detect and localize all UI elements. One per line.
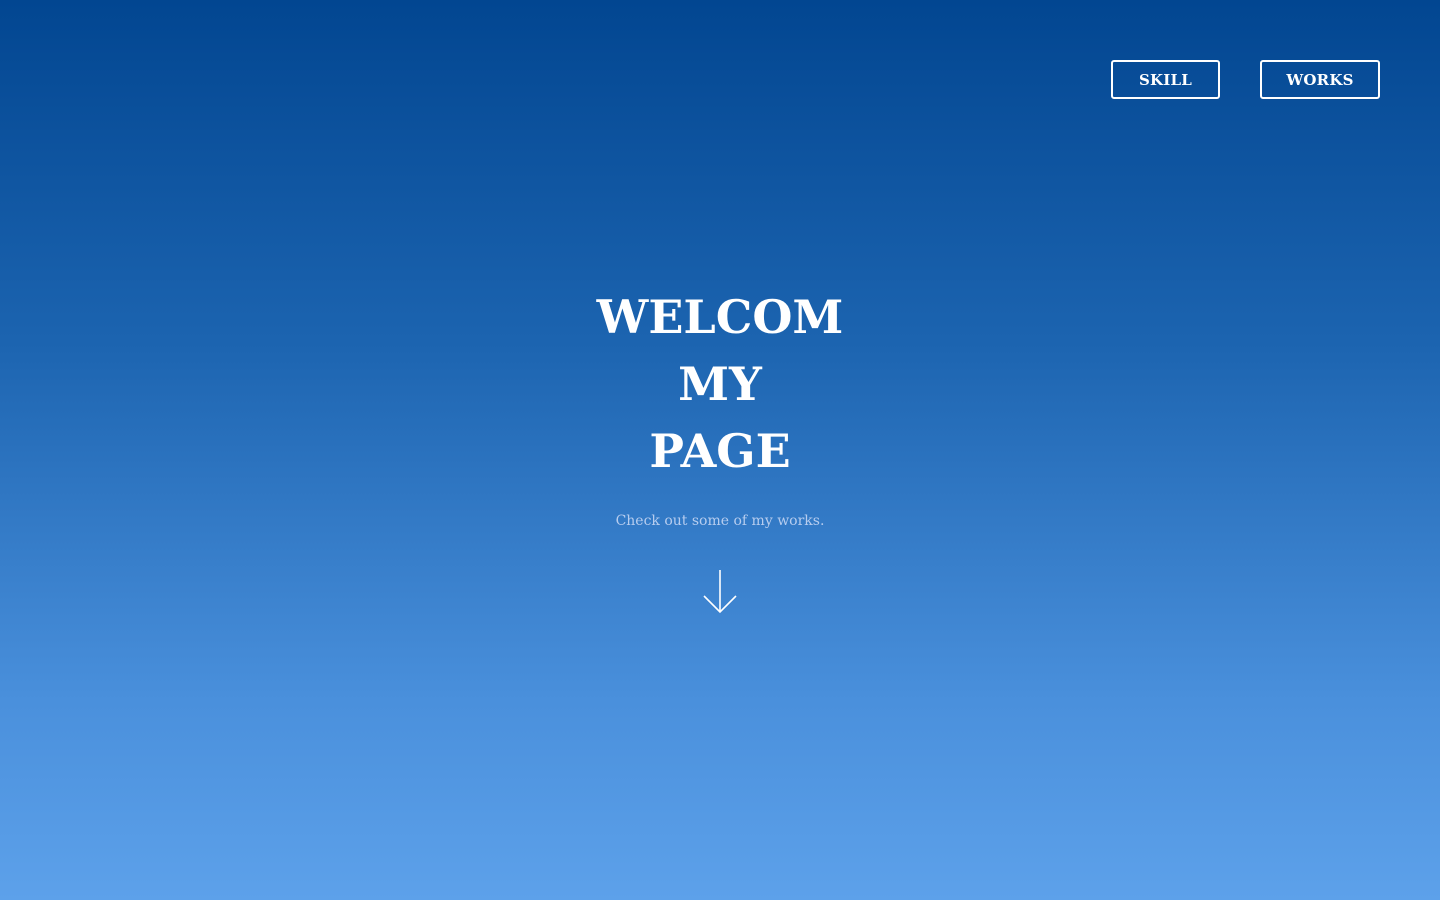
hero-title-line: WELCOM: [596, 290, 844, 344]
hero-section: WELCOM MY PAGE Check out some of my work…: [0, 284, 1440, 619]
hero-title: WELCOM MY PAGE: [0, 284, 1440, 485]
hero-title-line: MY: [678, 357, 762, 411]
hero-subtitle: Check out some of my works.: [615, 513, 825, 529]
top-nav: SKILL WORKS: [1111, 60, 1380, 99]
hero-title-line: PAGE: [649, 424, 791, 478]
works-button[interactable]: WORKS: [1260, 60, 1380, 99]
skill-button[interactable]: SKILL: [1111, 60, 1220, 99]
arrow-down-icon[interactable]: [702, 569, 738, 615]
